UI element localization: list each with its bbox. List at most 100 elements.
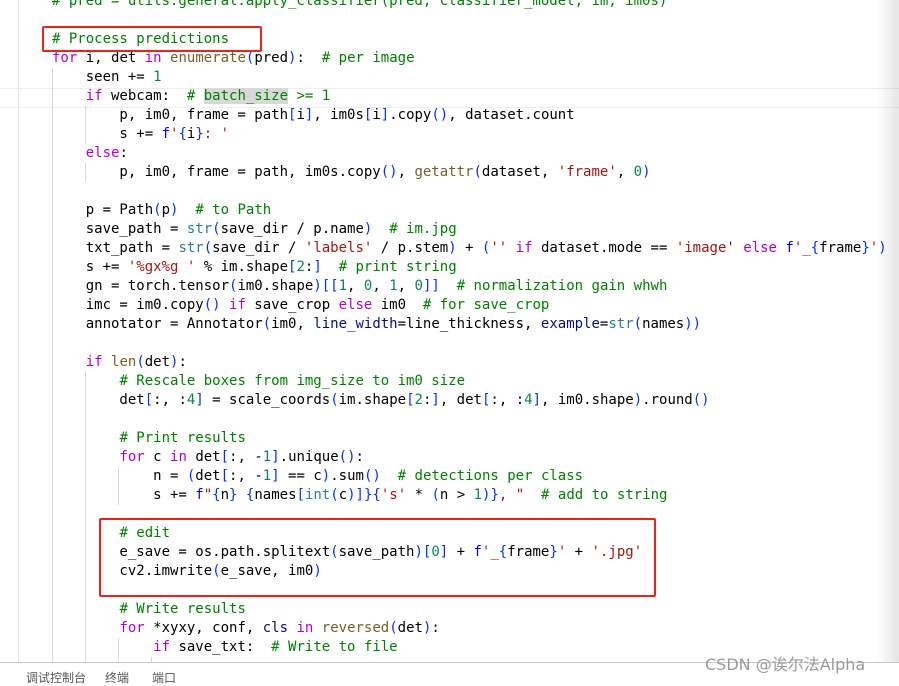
code-token: # add to string (541, 487, 668, 503)
code-token: () (692, 392, 710, 408)
code-token: ) (642, 164, 651, 180)
code-token: .round (642, 392, 693, 408)
code-token: in (296, 620, 314, 636)
code-token: s += (52, 487, 196, 503)
code-line[interactable]: txt_path = str(save_dir / 'labels' / p.s… (52, 239, 887, 258)
code-line[interactable]: seen += 1 (52, 68, 162, 87)
code-token: ( (431, 487, 440, 503)
code-token: det (186, 449, 221, 465)
code-token: '' (490, 240, 508, 256)
code-line[interactable]: # pred = utils.general.apply_classifier(… (52, 0, 667, 11)
code-line[interactable]: p, im0, frame = path, im0s.copy(), getat… (52, 163, 651, 182)
code-token: 1 (153, 69, 162, 85)
code-token: # Print results (119, 430, 246, 446)
annotation-box-edit (99, 518, 656, 597)
code-token: , (616, 164, 634, 180)
code-line[interactable]: # Print results (52, 429, 246, 448)
code-line[interactable]: gn = torch.tensor(im0.shape)[[1, 0, 1, 0… (52, 277, 668, 296)
code-token: p (161, 202, 171, 218)
code-token: ( (330, 487, 339, 503)
code-token: # Write results (119, 601, 246, 617)
code-token: ( (389, 620, 398, 636)
code-token: i (296, 107, 305, 123)
code-editor[interactable]: # pred = utils.general.apply_classifier(… (0, 0, 899, 662)
code-line[interactable]: if len(det): (52, 353, 187, 372)
code-line[interactable]: # Write results (52, 600, 246, 619)
code-token: frame (819, 240, 862, 256)
code-token: ] (532, 392, 541, 408)
code-token: 1 (473, 487, 483, 503)
code-token: # (186, 88, 204, 104)
tab-ports[interactable]: 端口 (152, 669, 176, 686)
code-line[interactable]: p, im0, frame = path[i], im0s[i].copy(),… (52, 106, 575, 125)
code-token: n = (52, 468, 187, 484)
code-token: imc = im0.copy (52, 297, 204, 313)
code-line[interactable]: n = (det[:, -1] == c).sum() # detections… (52, 467, 583, 486)
code-token: # im.jpg (389, 221, 457, 237)
code-token: 0 (633, 164, 643, 180)
code-token: if (85, 354, 103, 370)
code-line[interactable]: for *xyxy, conf, cls in reversed(det): (52, 619, 439, 638)
code-token: f (785, 240, 794, 256)
code-token: ( (473, 164, 482, 180)
code-line[interactable]: s += '%gx%g ' % im.shape[2:] # print str… (52, 258, 457, 277)
code-token: [ (144, 392, 154, 408)
code-token: # per image (321, 50, 415, 66)
code-line[interactable]: annotator = Annotator(im0, line_width=li… (52, 315, 701, 334)
code-token: else (338, 297, 373, 313)
code-token: ) (448, 240, 457, 256)
code-token: str (186, 221, 213, 237)
scroll-shadow (877, 0, 899, 662)
code-token: 'image' (675, 240, 735, 256)
code-token: , det (439, 392, 482, 408)
code-line[interactable]: s += f"{n} {names[int(c)]}{'s' * (n > 1)… (52, 486, 667, 505)
code-token: txt_path = (52, 240, 179, 256)
tab-debug-console[interactable]: 调试控制台 (26, 669, 86, 686)
code-token: = scale_coords (203, 392, 331, 408)
code-token: ] (195, 392, 204, 408)
code-line[interactable]: p = Path(p) # to Path (52, 201, 271, 220)
code-line[interactable]: else: (52, 144, 128, 163)
code-token: 1 (262, 449, 272, 465)
code-token: * (406, 487, 432, 503)
code-token: , dataset.count (448, 107, 575, 123)
code-token: if (229, 297, 246, 313)
code-token: save_txt: (170, 639, 272, 655)
tab-terminal[interactable]: 终端 (105, 669, 129, 686)
code-token: dataset.mode == (532, 240, 676, 256)
code-line[interactable]: # Rescale boxes from img_size to im0 siz… (52, 372, 465, 391)
code-token: :, - (229, 449, 263, 465)
code-token: f (161, 126, 171, 142)
code-token: if (515, 240, 533, 256)
code-line[interactable]: s += f'{i}: ' (52, 125, 229, 144)
code-token: enumerate (170, 50, 246, 66)
code-token: , (347, 278, 364, 294)
code-line[interactable]: det[:, :4] = scale_coords(im.shape[2:], … (52, 391, 710, 410)
code-token: , (397, 278, 415, 294)
code-token: im.shape (338, 392, 407, 408)
code-token: else (85, 145, 120, 161)
code-token: 4 (524, 392, 533, 408)
code-token: , im0s (313, 107, 364, 123)
code-token: str (608, 316, 634, 332)
code-token: p, im0, frame = path (52, 107, 289, 123)
code-line[interactable]: imc = im0.copy() if save_crop else im0 #… (52, 296, 550, 315)
code-line[interactable]: if save_txt: # Write to file (52, 638, 397, 657)
code-token: ] (271, 449, 280, 465)
code-token: det (52, 392, 145, 408)
code-token: 'labels' (304, 240, 373, 256)
code-line[interactable]: if webcam: # batch_size >= 1 (52, 87, 330, 106)
code-line[interactable]: for c in det[:, -1].unique(): (52, 448, 364, 467)
code-token: 0 (414, 278, 423, 294)
code-line[interactable]: save_path = str(save_dir / p.name) # im.… (52, 220, 457, 239)
code-token: f (195, 487, 204, 503)
